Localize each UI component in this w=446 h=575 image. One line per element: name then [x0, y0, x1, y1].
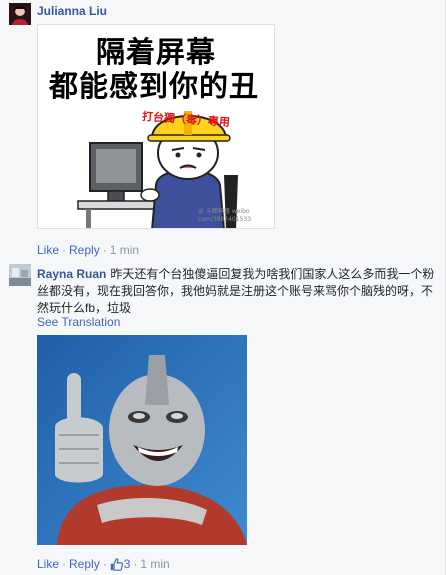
avatar[interactable]: [9, 3, 31, 25]
comment-actions: Like · Reply · 3 · 1 min: [37, 557, 170, 574]
like-link[interactable]: Like: [37, 243, 59, 257]
avatar-image: [9, 264, 31, 286]
comment-body: Rayna Ruan 昨天还有个台独傻逼回复我为啥我们国家人这么多而我一个粉丝都没…: [37, 266, 437, 317]
svg-text:com/3982401533: com/3982401533: [198, 216, 251, 223]
like-count[interactable]: 3: [110, 557, 131, 574]
like-link[interactable]: Like: [37, 557, 59, 571]
comment-timestamp[interactable]: 1 min: [110, 243, 139, 257]
avatar[interactable]: [9, 264, 31, 286]
comment-timestamp[interactable]: 1 min: [140, 557, 169, 571]
comment-author[interactable]: Rayna Ruan: [37, 267, 106, 281]
comment-thread: Julianna Liu 隔着屏幕 都能感到你的丑 @ 斗图神器 weibo c…: [0, 0, 446, 575]
see-translation-link[interactable]: See Translation: [37, 315, 120, 329]
sticker-cartoon: @ 斗图神器 weibo com/3982401533: [77, 111, 251, 228]
reply-link[interactable]: Reply: [69, 557, 100, 571]
separator: ·: [102, 243, 107, 257]
separator: ·: [62, 243, 67, 257]
separator: ·: [102, 557, 107, 571]
comment-photo[interactable]: [37, 335, 247, 545]
separator: ·: [133, 557, 138, 571]
reply-link[interactable]: Reply: [69, 243, 100, 257]
sticker-image[interactable]: 隔着屏幕 都能感到你的丑 @ 斗图神器 weibo com/3982401533…: [37, 24, 275, 229]
like-count-value: 3: [123, 557, 131, 571]
thumbs-up-icon: [110, 558, 123, 574]
avatar-image: [9, 3, 31, 25]
separator: ·: [62, 557, 67, 571]
svg-text:@ 斗图神器 weibo: @ 斗图神器 weibo: [198, 207, 250, 215]
comment-author[interactable]: Julianna Liu: [37, 4, 107, 18]
ultraman-meme-image: [37, 335, 247, 545]
comment-actions: Like · Reply · 1 min: [37, 243, 139, 257]
